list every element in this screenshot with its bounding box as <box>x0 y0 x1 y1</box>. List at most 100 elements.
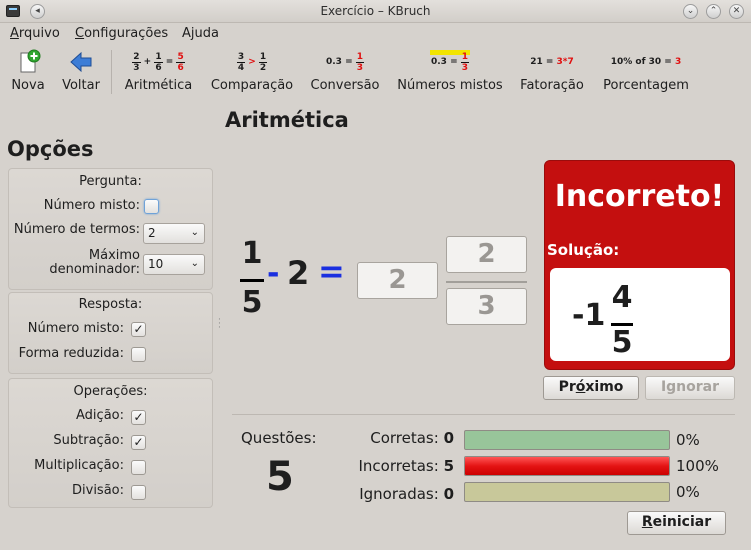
subtraction-label: Subtração: <box>53 433 124 448</box>
skip-button[interactable]: Ignorar <box>645 376 735 400</box>
operations-group-title: Operações: <box>73 384 148 399</box>
task-denominator: 5 <box>241 285 263 320</box>
next-button[interactable]: Próximo <box>543 376 639 400</box>
solution-numerator: 4 <box>611 280 633 315</box>
addition-label: Adição: <box>76 408 124 423</box>
max-denominator-label: Máximo denominador: <box>49 249 140 277</box>
question-mixed-label: Número misto: <box>43 198 140 213</box>
comparison-icon: 34 > 12 <box>236 51 268 73</box>
skipped-progress-bar <box>464 482 670 502</box>
question-options-group: Pergunta: Número misto: Número de termos… <box>8 168 213 290</box>
result-panel: Incorreto! Solução: -1 4 5 <box>544 160 735 370</box>
factorization-icon: 21 = 3*7 <box>530 57 574 67</box>
answer-whole-input[interactable]: 2 <box>357 262 438 299</box>
new-document-icon <box>9 48 47 76</box>
back-label: Voltar <box>62 78 100 93</box>
back-button[interactable]: Voltar <box>60 48 102 93</box>
max-denominator-select[interactable]: 10 ⌄ <box>143 254 205 275</box>
task-operator: - <box>267 256 280 291</box>
task-numerator: 1 <box>241 236 263 271</box>
incorrect-row-label: Incorretas: 5 <box>330 457 455 475</box>
answer-options-group: Resposta: Número misto: ✓ Forma reduzida… <box>8 292 213 374</box>
mode-comparison-label: Comparação <box>210 78 294 93</box>
task-term2: 2 <box>287 254 310 292</box>
terms-select[interactable]: 2 ⌄ <box>143 223 205 244</box>
menu-configuracoes[interactable]: Configurações <box>75 26 168 41</box>
solution-box: -1 4 5 <box>550 268 730 361</box>
reset-button[interactable]: Reiniciar <box>627 511 726 535</box>
mode-arithmetic-button[interactable]: 23 + 16 = 56 Aritmética <box>122 48 195 94</box>
conversion-icon: 0.3 = 13 <box>325 51 365 73</box>
title-bar: ◂ Exercício – KBruch ⌄ ⌃ ✕ <box>0 0 751 23</box>
incorrect-bar-fill <box>465 457 669 475</box>
multiplication-checkbox[interactable] <box>131 460 146 475</box>
terms-value: 2 <box>148 226 156 240</box>
solution-whole: -1 <box>572 298 606 333</box>
menu-bar: Arquivo Configurações Ajuda <box>0 23 751 44</box>
maximize-icon[interactable]: ⌃ <box>706 4 721 19</box>
exercise-title: Aritmética <box>225 108 349 132</box>
reduced-form-checkbox[interactable] <box>131 347 146 362</box>
chevron-down-icon: ⌄ <box>190 258 199 269</box>
solution-denominator: 5 <box>611 325 633 360</box>
division-checkbox[interactable] <box>131 485 146 500</box>
menu-arquivo[interactable]: Arquivo <box>10 26 60 41</box>
incorrect-label: Incorretas: <box>358 457 439 475</box>
addition-checkbox[interactable]: ✓ <box>131 410 146 425</box>
mode-mixed-numbers-button[interactable]: 0.3 = 13 Números mistos <box>397 48 503 93</box>
answer-group-title: Resposta: <box>78 297 143 312</box>
correct-progress-bar <box>464 430 670 450</box>
terms-label: Número de termos: <box>13 222 140 237</box>
max-denominator-label-line2: denominador: <box>49 262 140 277</box>
mode-comparison-button[interactable]: 34 > 12 Comparação <box>210 48 294 94</box>
answer-denominator-input[interactable]: 3 <box>446 288 527 325</box>
percentage-icon: 10% of 30 = 3 <box>610 57 682 67</box>
questions-count: 5 <box>266 454 294 500</box>
answer-numerator-input[interactable]: 2 <box>446 236 527 273</box>
reduced-form-label: Forma reduzida: <box>18 346 124 361</box>
max-denominator-value: 10 <box>148 257 164 271</box>
operations-options-group: Operações: Adição: ✓ Subtração: ✓ Multip… <box>8 378 213 508</box>
answer-mixed-label: Número misto: <box>27 321 124 336</box>
answer-fraction-bar <box>446 281 527 283</box>
mode-arithmetic-label: Aritmética <box>124 78 193 93</box>
skipped-row-label: Ignoradas: 0 <box>330 485 454 503</box>
questions-label: Questões: <box>241 429 317 447</box>
correct-label: Corretas: <box>370 429 439 447</box>
correct-percent: 0% <box>676 431 700 449</box>
window-title: Exercício – KBruch <box>320 4 431 18</box>
minimize-icon[interactable]: ⌄ <box>683 4 698 19</box>
stats-separator <box>232 414 735 415</box>
skipped-count: 0 <box>443 485 454 503</box>
skipped-label: Ignoradas: <box>359 485 439 503</box>
multiplication-label: Multiplicação: <box>34 458 124 473</box>
incorrect-count: 5 <box>443 457 454 475</box>
mode-factorization-button[interactable]: 21 = 3*7 Fatoração <box>519 48 585 93</box>
subtraction-checkbox[interactable]: ✓ <box>131 435 146 450</box>
mode-conversion-button[interactable]: 0.3 = 13 Conversão <box>310 48 380 94</box>
new-task-button[interactable]: Nova <box>9 48 47 93</box>
division-label: Divisão: <box>72 483 124 498</box>
arithmetic-icon: 23 + 16 = 56 <box>132 51 185 73</box>
mode-conversion-label: Conversão <box>310 78 380 93</box>
mode-percentage-label: Porcentagem <box>603 78 689 93</box>
correct-count: 0 <box>443 429 454 447</box>
toolbar: Nova Voltar 23 + 16 = 56 Aritmética 34 >… <box>0 44 751 100</box>
question-mixed-checkbox[interactable] <box>144 199 159 214</box>
mode-mixed-numbers-label: Números mistos <box>397 78 503 93</box>
incorrect-progress-bar <box>464 456 670 476</box>
chevron-down-icon: ⌄ <box>190 227 199 238</box>
menu-ajuda[interactable]: Ajuda <box>182 26 219 41</box>
close-icon[interactable]: ✕ <box>729 4 744 19</box>
question-group-title: Pergunta: <box>79 174 142 189</box>
skipped-percent: 0% <box>676 483 700 501</box>
answer-mixed-checkbox[interactable]: ✓ <box>131 322 146 337</box>
mode-percentage-button[interactable]: 10% of 30 = 3 Porcentagem <box>601 48 691 93</box>
task-fraction-bar <box>240 279 264 282</box>
correct-row-label: Corretas: 0 <box>330 429 454 447</box>
mixed-numbers-icon: 0.3 = 13 <box>397 48 503 76</box>
max-denominator-label-line1: Máximo <box>88 248 140 263</box>
task-equals: = <box>318 252 345 290</box>
splitter-handle[interactable]: · · · <box>218 316 221 333</box>
options-heading: Opções <box>7 137 94 161</box>
